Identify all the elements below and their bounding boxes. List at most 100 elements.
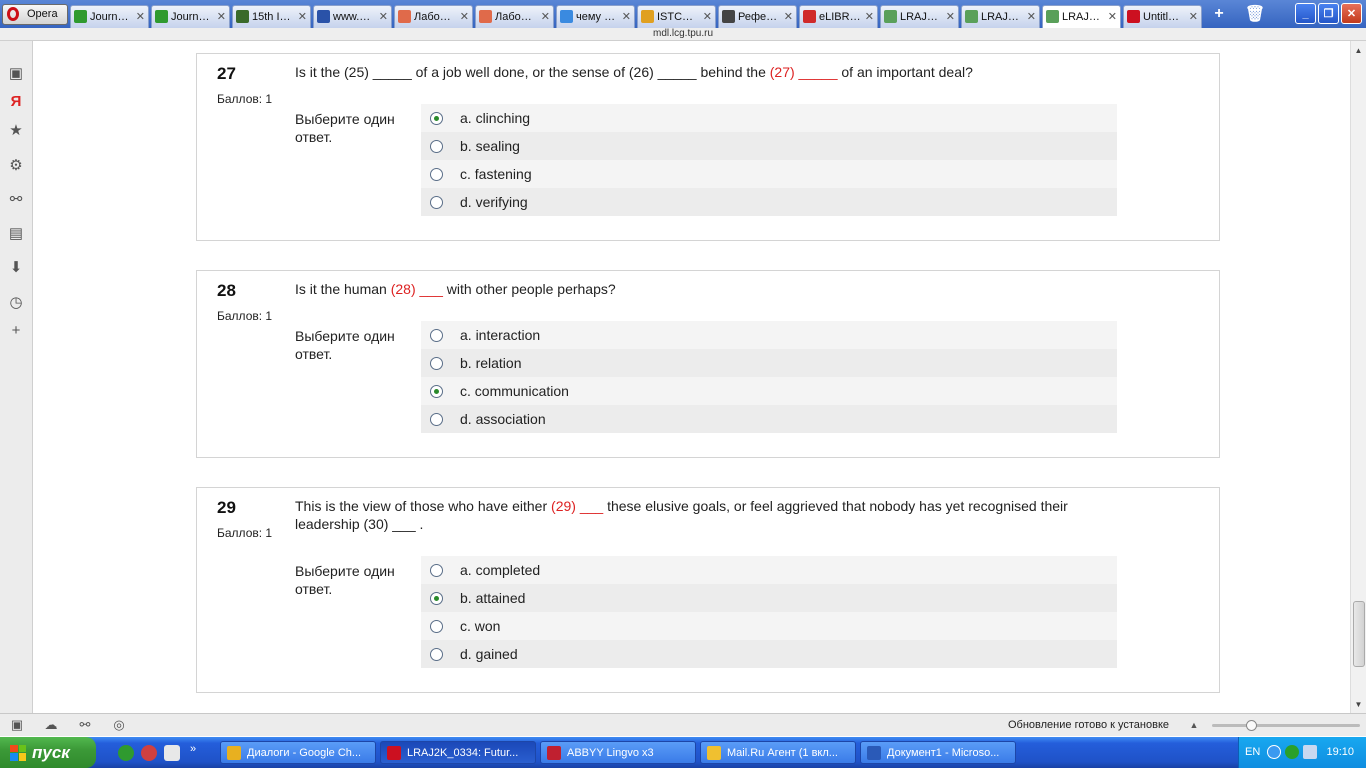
answer-radio[interactable]: [430, 167, 443, 181]
close-tab-icon[interactable]: ✕: [622, 10, 631, 23]
browser-tab[interactable]: ISTC… ✕: [637, 4, 716, 28]
close-tab-icon[interactable]: ✕: [865, 10, 874, 23]
close-tab-icon[interactable]: ✕: [379, 10, 388, 23]
answer-radio[interactable]: [430, 139, 443, 153]
browser-tab[interactable]: 15th I… ✕: [232, 4, 311, 28]
network-icon[interactable]: [1303, 745, 1317, 759]
answer-option[interactable]: b. relation: [421, 349, 1117, 377]
taskbar-task[interactable]: Документ1 - Microso...: [860, 741, 1016, 764]
answer-prompt: Выберите один ответ.: [295, 328, 395, 362]
language-indicator[interactable]: EN: [1245, 746, 1260, 758]
browser-tab[interactable]: LRAJ… ✕: [961, 4, 1040, 28]
star-icon[interactable]: ★: [8, 122, 24, 139]
browser-tab[interactable]: eLIBR… ✕: [799, 4, 878, 28]
yandex-icon[interactable]: Я: [8, 93, 24, 110]
update-status-text[interactable]: Обновление готово к установке: [1008, 719, 1169, 731]
answer-option[interactable]: d. verifying: [421, 188, 1117, 216]
answer-option[interactable]: a. clinching: [421, 104, 1117, 132]
answer-radio[interactable]: [430, 591, 443, 605]
opera-menu-button[interactable]: Opera: [2, 3, 68, 25]
browser-tab[interactable]: LRAJ… ✕: [1042, 4, 1121, 28]
turbo-icon[interactable]: ◎: [111, 717, 127, 732]
answer-radio[interactable]: [430, 647, 443, 661]
tray-eye-icon[interactable]: [1285, 745, 1299, 759]
browser-tab[interactable]: чему … ✕: [556, 4, 635, 28]
cloud-icon[interactable]: ☁: [43, 717, 59, 732]
tab-favicon-icon: [479, 10, 492, 23]
answer-radio[interactable]: [430, 412, 443, 426]
browser-tab[interactable]: Journ… ✕: [70, 4, 149, 28]
answer-option[interactable]: b. attained: [421, 584, 1117, 612]
browser-tab[interactable]: Лабо… ✕: [475, 4, 554, 28]
close-tab-icon[interactable]: ✕: [1027, 10, 1036, 23]
scroll-up-arrow-icon[interactable]: ▲: [1351, 43, 1366, 58]
app-quicklaunch-icon[interactable]: [164, 745, 180, 761]
close-tab-icon[interactable]: ✕: [460, 10, 469, 23]
answer-option[interactable]: c. communication: [421, 377, 1117, 405]
share-icon[interactable]: ⚯: [8, 191, 24, 208]
answer-radio[interactable]: [430, 356, 443, 370]
answer-option[interactable]: c. won: [421, 612, 1117, 640]
close-tab-icon[interactable]: ✕: [703, 10, 712, 23]
answer-radio[interactable]: [430, 563, 443, 577]
vertical-scrollbar[interactable]: ▲ ▼: [1350, 41, 1366, 713]
chevron-up-icon[interactable]: ▲: [1186, 718, 1202, 732]
browser-tab[interactable]: Лабо… ✕: [394, 4, 473, 28]
notes-icon[interactable]: ▤: [8, 225, 24, 242]
close-tab-icon[interactable]: ✕: [784, 10, 793, 23]
restore-button[interactable]: ❐: [1318, 3, 1339, 24]
downloads-icon[interactable]: ⬇: [8, 259, 24, 276]
browser-tab[interactable]: www.… ✕: [313, 4, 392, 28]
answer-list: a. completed b. attained c. won d. gained: [421, 556, 1117, 668]
close-tab-icon[interactable]: ✕: [217, 10, 226, 23]
close-tab-icon[interactable]: ✕: [1189, 10, 1198, 23]
answer-option[interactable]: c. fastening: [421, 160, 1117, 188]
answer-option[interactable]: b. sealing: [421, 132, 1117, 160]
zoom-slider-knob[interactable]: [1246, 720, 1257, 731]
browser-tab[interactable]: Рефе… ✕: [718, 4, 797, 28]
taskbar-task[interactable]: Mail.Ru Агент (1 вкл...: [700, 741, 856, 764]
minimize-button[interactable]: _: [1295, 3, 1316, 24]
add-panel-icon[interactable]: +: [8, 322, 24, 339]
answer-option[interactable]: a. completed: [421, 556, 1117, 584]
answer-radio[interactable]: [430, 328, 443, 342]
answer-radio[interactable]: [430, 384, 443, 398]
answer-radio[interactable]: [430, 111, 443, 125]
answer-option[interactable]: d. gained: [421, 640, 1117, 668]
opera-quicklaunch-icon[interactable]: [141, 745, 157, 761]
gear-icon[interactable]: ⚙: [8, 157, 24, 174]
start-button[interactable]: пуск: [0, 737, 96, 768]
answer-radio[interactable]: [430, 195, 443, 209]
answer-option[interactable]: d. association: [421, 405, 1117, 433]
zoom-slider[interactable]: [1212, 720, 1360, 731]
close-tab-icon[interactable]: ✕: [1108, 10, 1117, 23]
trash-icon[interactable]: 🗑: [1244, 4, 1266, 24]
scrollbar-thumb[interactable]: [1353, 601, 1365, 667]
close-window-button[interactable]: ✕: [1341, 3, 1362, 24]
close-tab-icon[interactable]: ✕: [298, 10, 307, 23]
close-tab-icon[interactable]: ✕: [946, 10, 955, 23]
taskbar-task[interactable]: ABBYY Lingvo x3: [540, 741, 696, 764]
scroll-down-arrow-icon[interactable]: ▼: [1351, 697, 1366, 712]
question-text-part: Is it the human: [295, 281, 391, 297]
history-icon[interactable]: ◷: [8, 294, 24, 311]
browser-tab[interactable]: LRAJ… ✕: [880, 4, 959, 28]
address-bar[interactable]: mdl.lcg.tpu.ru: [0, 28, 1366, 41]
tray-app-icon[interactable]: [1267, 745, 1281, 759]
answer-option[interactable]: a. interaction: [421, 321, 1117, 349]
panel-toggle-icon[interactable]: ▣: [9, 717, 25, 732]
plus-icon[interactable]: +: [1208, 4, 1230, 24]
browser-tab[interactable]: Journ… ✕: [151, 4, 230, 28]
answer-label: a. completed: [460, 562, 541, 578]
close-tab-icon[interactable]: ✕: [136, 10, 145, 23]
taskbar-task[interactable]: LRAJ2K_0334: Futur...: [380, 741, 536, 764]
close-tab-icon[interactable]: ✕: [541, 10, 550, 23]
taskbar-task[interactable]: Диалоги - Google Ch...: [220, 741, 376, 764]
tab-label: 15th I…: [252, 10, 291, 23]
unite-icon[interactable]: ⚯: [77, 717, 93, 732]
browser-tab[interactable]: Untitl… ✕: [1123, 4, 1202, 28]
answer-radio[interactable]: [430, 619, 443, 633]
bookmarks-panel-icon[interactable]: ▣: [8, 65, 24, 82]
quicklaunch-expand-icon[interactable]: »: [190, 743, 200, 759]
utorrent-quicklaunch-icon[interactable]: [118, 745, 134, 761]
